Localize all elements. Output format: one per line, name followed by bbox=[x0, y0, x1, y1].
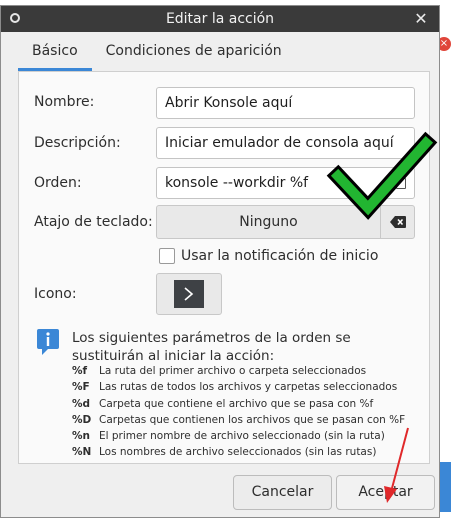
list-item: %N Los nombres de archivo seleccionados (… bbox=[72, 444, 432, 460]
list-item: %n El primer nombre de archivo selecciona… bbox=[72, 428, 432, 444]
param-desc: Carpeta que contiene el archivo que se p… bbox=[99, 397, 374, 410]
param-desc: El primer nombre de archivo seleccionado… bbox=[99, 430, 385, 443]
parameters-list: %f La ruta del primer archivo o carpeta s… bbox=[72, 363, 432, 461]
cancel-button[interactable]: Cancelar bbox=[233, 475, 332, 510]
param-key: %n bbox=[72, 430, 90, 443]
window-title: Editar la acción bbox=[165, 11, 275, 27]
backspace-clear-icon bbox=[390, 216, 406, 228]
startup-notification-checkbox[interactable] bbox=[159, 248, 175, 264]
param-key: %D bbox=[72, 413, 92, 426]
close-icon[interactable]: ✕ bbox=[411, 9, 431, 29]
tab-appearance-conditions[interactable]: Condiciones de aparición bbox=[92, 33, 296, 71]
tab-bar: Básico Condiciones de aparición bbox=[18, 33, 296, 71]
name-label: Nombre: bbox=[34, 94, 95, 110]
param-desc: La ruta del primer archivo o carpeta sel… bbox=[99, 365, 367, 377]
param-key: %d bbox=[72, 397, 91, 410]
name-field[interactable]: Abrir Konsole aquí bbox=[156, 87, 415, 119]
titlebar: Editar la acción ✕ bbox=[1, 6, 439, 32]
description-field[interactable]: Iniciar emulador de consola aquí bbox=[156, 127, 415, 159]
startup-notification-label: Usar la notificación de inicio bbox=[181, 248, 379, 264]
list-item: %F Las rutas de todos los archivos y carp… bbox=[72, 379, 432, 395]
terminal-icon bbox=[174, 280, 204, 308]
ok-button[interactable]: Aceptar bbox=[336, 475, 435, 510]
icon-label: Icono: bbox=[34, 286, 77, 302]
clear-shortcut-button[interactable] bbox=[380, 205, 415, 239]
info-icon bbox=[37, 329, 59, 355]
param-desc: Carpetas que contienen los archivos que … bbox=[99, 413, 406, 426]
param-desc: Las rutas de todos los archivos y carpet… bbox=[99, 381, 398, 394]
list-item: %D Carpetas que contienen los archivos qu… bbox=[72, 412, 432, 428]
list-item: %d Carpeta que contiene el archivo que se… bbox=[72, 396, 432, 412]
browse-command-icon[interactable] bbox=[396, 178, 406, 189]
shortcut-button[interactable]: Ninguno bbox=[156, 205, 381, 239]
param-key: %f bbox=[72, 365, 88, 377]
command-field[interactable]: konsole --workdir %f bbox=[156, 167, 415, 199]
param-key: %F bbox=[72, 381, 90, 394]
shortcut-label: Atajo de teclado: bbox=[34, 214, 153, 230]
parameters-info-title: Los siguientes parámetros de la orden se… bbox=[72, 330, 351, 364]
command-label: Orden: bbox=[34, 175, 82, 191]
description-label: Descripción: bbox=[34, 135, 121, 151]
param-desc: Los nombres de archivo seleccionados (si… bbox=[99, 446, 377, 459]
icon-picker-button[interactable] bbox=[156, 273, 222, 315]
tab-basic[interactable]: Básico bbox=[18, 33, 92, 71]
list-item: %f La ruta del primer archivo o carpeta s… bbox=[72, 363, 432, 379]
param-key: %N bbox=[72, 446, 92, 459]
